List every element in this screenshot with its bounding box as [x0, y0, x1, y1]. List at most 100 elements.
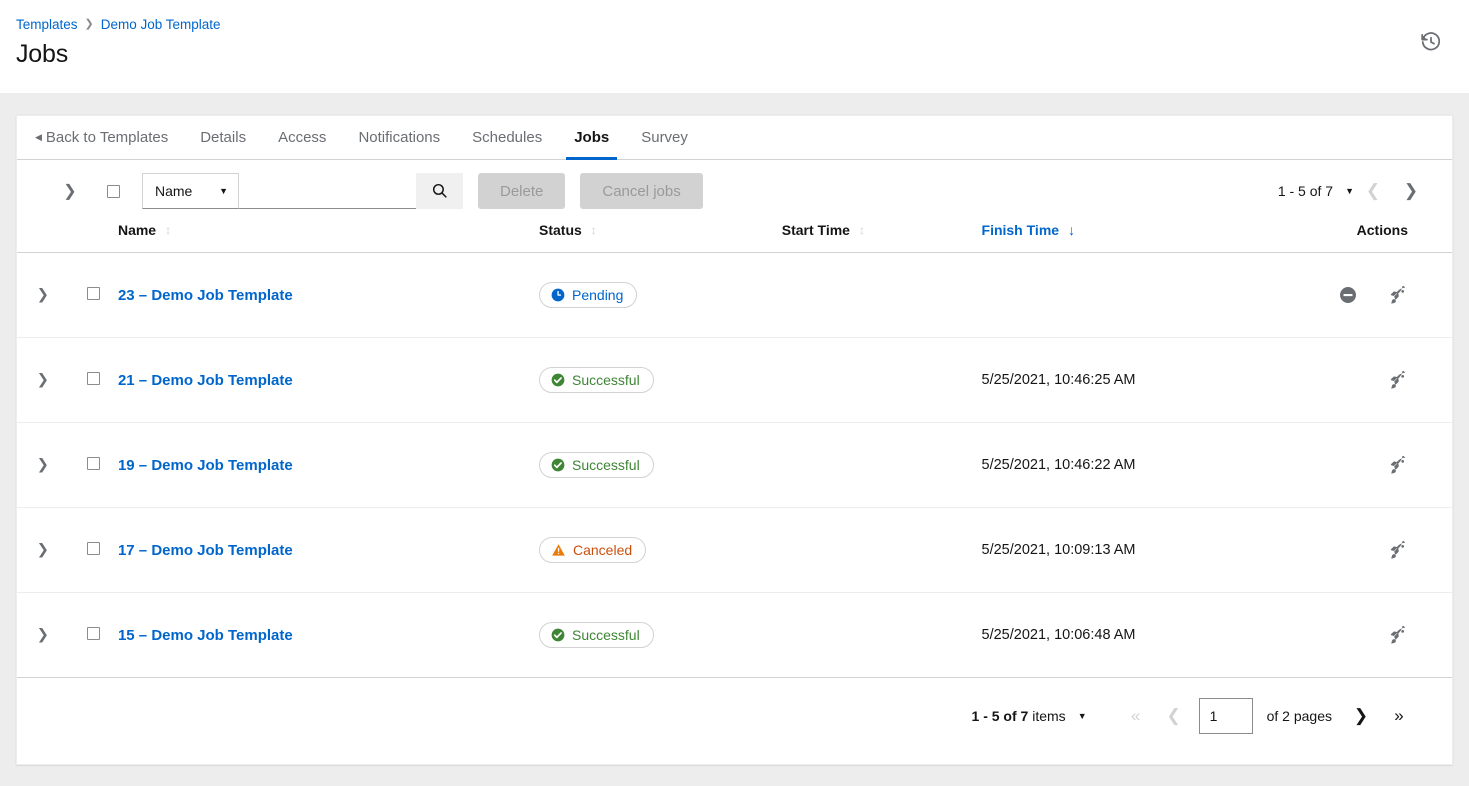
col-finish-time-label: Finish Time: [982, 222, 1060, 238]
status-badge[interactable]: Pending: [539, 282, 637, 308]
sort-start-time-button[interactable]: Start Time ↕: [782, 222, 865, 238]
breadcrumb-item-templates[interactable]: Templates: [16, 17, 78, 32]
col-status: Status ↕: [539, 222, 782, 253]
breadcrumb: Templates ❯ Demo Job Template: [16, 14, 1453, 34]
select-all-checkbox[interactable]: [107, 185, 120, 198]
breadcrumb-item-demo-job-template[interactable]: Demo Job Template: [101, 17, 221, 32]
search-input[interactable]: [239, 173, 416, 209]
row-checkbox[interactable]: [87, 287, 100, 300]
sort-icon: ↕: [165, 224, 171, 236]
job-link[interactable]: 23 – Demo Job Template: [118, 287, 293, 304]
status-badge[interactable]: Successful: [539, 452, 654, 478]
tab-jobs[interactable]: Jobs: [558, 116, 625, 159]
table-row: ❯ 21 – Demo Job Template Successful: [17, 338, 1452, 423]
row-finish-time-cell: 5/25/2021, 10:46:22 AM: [982, 423, 1270, 508]
table-row: ❯ 19 – Demo Job Template Successful: [17, 423, 1452, 508]
page-title: Jobs: [16, 40, 1453, 69]
status-badge[interactable]: Canceled: [539, 537, 646, 563]
bottom-pagination-prev-button[interactable]: ❮: [1155, 699, 1193, 733]
tab-details[interactable]: Details: [184, 116, 262, 159]
table-header-row: Name ↕ Status ↕ Start Time ↕: [17, 222, 1452, 253]
relaunch-icon[interactable]: [1389, 541, 1408, 560]
relaunch-icon[interactable]: [1389, 286, 1408, 305]
status-badge[interactable]: Successful: [539, 367, 654, 393]
col-actions: Actions: [1269, 222, 1452, 253]
check-circle-icon: [551, 628, 565, 642]
jobs-table-head: Name ↕ Status ↕ Start Time ↕: [17, 222, 1452, 253]
cancel-job-icon[interactable]: [1339, 286, 1357, 304]
tab-back-to-templates[interactable]: ◀ Back to Templates: [35, 116, 184, 159]
row-checkbox[interactable]: [87, 457, 100, 470]
row-actions: [1269, 286, 1452, 305]
relaunch-icon[interactable]: [1389, 371, 1408, 390]
row-status-cell: Successful: [539, 338, 782, 423]
tab-notifications-label: Notifications: [358, 129, 440, 146]
bottom-pagination-last-button[interactable]: »: [1380, 699, 1418, 733]
status-badge-label: Canceled: [573, 542, 632, 558]
job-link[interactable]: 15 – Demo Job Template: [118, 627, 293, 644]
top-pagination-chevron-down-icon[interactable]: ▼: [1345, 186, 1354, 196]
top-pagination: 1 - 5 of 7 ▼ ❮ ❯: [1278, 174, 1430, 208]
row-expand-icon[interactable]: ❯: [17, 253, 69, 338]
tab-schedules[interactable]: Schedules: [456, 116, 558, 159]
cancel-jobs-button[interactable]: Cancel jobs: [580, 173, 702, 209]
top-pagination-prev-button[interactable]: ❮: [1354, 174, 1392, 208]
col-actions-label: Actions: [1357, 222, 1408, 238]
tab-notifications[interactable]: Notifications: [342, 116, 456, 159]
history-icon[interactable]: [1417, 28, 1445, 56]
sort-status-button[interactable]: Status ↕: [539, 222, 597, 238]
bottom-pagination-first-button[interactable]: «: [1117, 699, 1155, 733]
top-pagination-next-button[interactable]: ❯: [1392, 174, 1430, 208]
warning-triangle-icon: [551, 543, 566, 557]
row-checkbox[interactable]: [87, 542, 100, 555]
search-button[interactable]: [416, 173, 463, 209]
job-link[interactable]: 17 – Demo Job Template: [118, 542, 293, 559]
row-name-cell: 23 – Demo Job Template: [118, 253, 539, 338]
jobs-table: Name ↕ Status ↕ Start Time ↕: [17, 222, 1452, 678]
row-actions-cell: [1269, 508, 1452, 593]
row-expand-icon[interactable]: ❯: [17, 338, 69, 423]
status-badge[interactable]: Successful: [539, 622, 654, 648]
row-name-cell: 21 – Demo Job Template: [118, 338, 539, 423]
row-checkbox[interactable]: [87, 627, 100, 640]
sort-icon: ↕: [591, 224, 597, 236]
row-select-cell: [69, 338, 118, 423]
sort-name-button[interactable]: Name ↕: [118, 222, 171, 238]
job-link[interactable]: 21 – Demo Job Template: [118, 372, 293, 389]
row-expand-icon[interactable]: ❯: [17, 593, 69, 678]
row-actions: [1269, 456, 1452, 475]
tab-schedules-label: Schedules: [472, 129, 542, 146]
col-status-label: Status: [539, 222, 582, 238]
jobs-card: ◀ Back to Templates Details Access Notif…: [16, 115, 1453, 765]
bottom-pagination: 1 - 5 of 7 items ▼ « ❮ of 2 pages ❯ »: [17, 678, 1452, 754]
row-finish-time-cell: [982, 253, 1270, 338]
job-link[interactable]: 19 – Demo Job Template: [118, 457, 293, 474]
col-start-time-label: Start Time: [782, 222, 850, 238]
delete-button[interactable]: Delete: [478, 173, 565, 209]
relaunch-icon[interactable]: [1389, 456, 1408, 475]
bottom-pagination-next-button[interactable]: ❯: [1342, 699, 1380, 733]
row-expand-icon[interactable]: ❯: [17, 508, 69, 593]
page-header: Templates ❯ Demo Job Template Jobs: [0, 0, 1469, 93]
check-circle-icon: [551, 458, 565, 472]
page-number-input[interactable]: [1199, 698, 1253, 734]
row-status-cell: Successful: [539, 423, 782, 508]
sort-finish-time-button[interactable]: Finish Time ↓: [982, 222, 1076, 238]
row-start-time-cell: [782, 593, 982, 678]
filter-key-select[interactable]: Name ▼: [142, 173, 239, 209]
row-checkbox[interactable]: [87, 372, 100, 385]
row-expand-icon[interactable]: ❯: [17, 423, 69, 508]
relaunch-icon[interactable]: [1389, 626, 1408, 645]
pending-clock-icon: [551, 288, 565, 302]
row-actions: [1269, 626, 1452, 645]
row-start-time-cell: [782, 338, 982, 423]
row-status-cell: Canceled: [539, 508, 782, 593]
tab-survey[interactable]: Survey: [625, 116, 704, 159]
row-start-time-cell: [782, 253, 982, 338]
row-finish-time-cell: 5/25/2021, 10:06:48 AM: [982, 593, 1270, 678]
row-name-cell: 19 – Demo Job Template: [118, 423, 539, 508]
expand-all-icon[interactable]: ❯: [57, 181, 83, 201]
status-badge-label: Pending: [572, 287, 623, 303]
bottom-pagination-chevron-down-icon[interactable]: ▼: [1078, 711, 1087, 721]
tab-access[interactable]: Access: [262, 116, 342, 159]
